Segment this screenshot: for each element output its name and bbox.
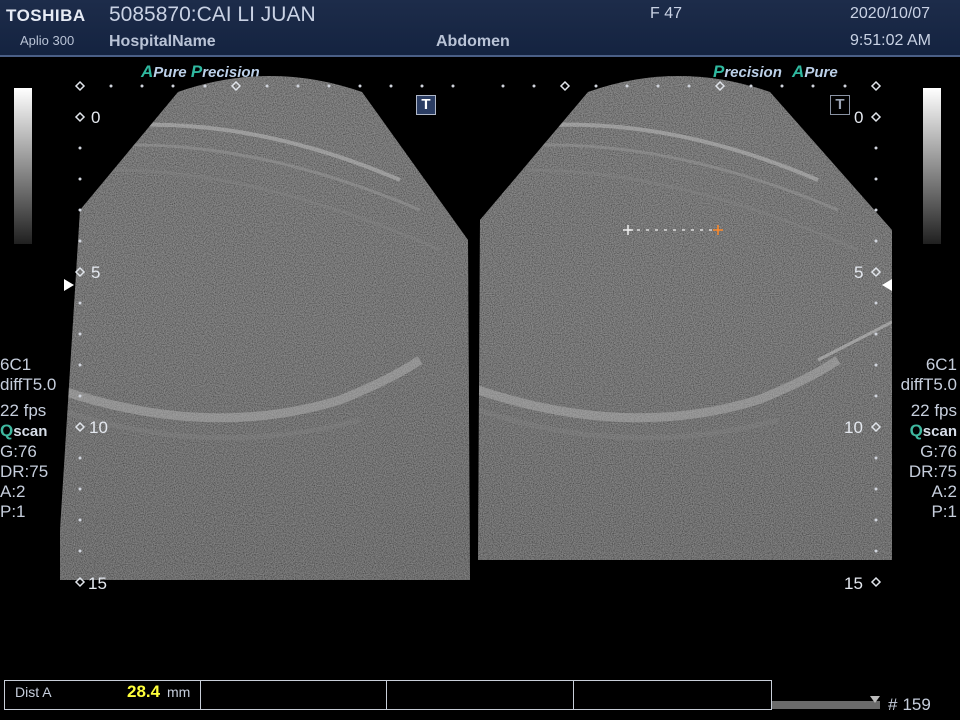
gain-label: G:76 — [0, 442, 37, 461]
probe-label: 6C1 — [925, 355, 957, 374]
dr-label: DR:75 — [0, 462, 49, 481]
measurement-cell-empty — [201, 681, 387, 709]
cine-scrollbar[interactable] — [772, 701, 880, 709]
depth-label-10-right: 10 — [844, 418, 863, 437]
fps-label: 22 fps — [0, 401, 47, 420]
measurement-cell-dist-a[interactable]: Dist A 28.4 mm — [5, 681, 201, 709]
depth-label-10-left: 10 — [89, 418, 108, 437]
t-icon-left[interactable]: T — [416, 95, 436, 115]
t-icon-right[interactable]: T — [830, 95, 850, 115]
imaging-params-left: 6C1 diffT5.0 22 fps Qscan G:76 DR:75 A:2… — [0, 355, 56, 522]
focus-marker-right[interactable] — [882, 279, 892, 291]
cine-position-marker[interactable] — [870, 696, 880, 703]
a-label: A:2 — [0, 482, 26, 501]
measurement-label: Dist A — [15, 684, 52, 700]
p-label: P:1 — [0, 502, 26, 521]
depth-label-0-right: 0 — [854, 108, 864, 127]
measurement-cell-empty — [387, 681, 574, 709]
mode-label: diffT5.0 — [900, 375, 957, 394]
measurement-unit: mm — [167, 684, 191, 700]
p-label: P:1 — [931, 502, 957, 521]
imaging-params-right: 6C1 diffT5.0 22 fps Qscan G:76 DR:75 A:2… — [901, 355, 957, 522]
gain-label: G:76 — [920, 442, 957, 461]
qscan-label: Qscan — [909, 421, 957, 440]
dr-label: DR:75 — [908, 462, 957, 481]
fps-label: 22 fps — [910, 401, 957, 420]
depth-scale-marks — [74, 80, 882, 588]
measurement-cell-empty — [574, 681, 771, 709]
a-label: A:2 — [931, 482, 957, 501]
depth-label-5-left: 5 — [91, 263, 101, 282]
frame-counter: #159 — [888, 695, 931, 714]
depth-label-15-left: 15 — [88, 574, 107, 593]
measurement-value: 28.4 — [127, 682, 161, 701]
qscan-label: Qscan — [0, 421, 48, 440]
measurement-results-table: Dist A 28.4 mm — [4, 680, 772, 710]
depth-label-5-right: 5 — [854, 263, 864, 282]
probe-label: 6C1 — [0, 355, 32, 374]
mode-label: diffT5.0 — [0, 375, 57, 394]
depth-label-15-right: 15 — [844, 574, 863, 593]
focus-marker-left[interactable] — [64, 279, 74, 291]
depth-label-0-left: 0 — [91, 108, 101, 127]
